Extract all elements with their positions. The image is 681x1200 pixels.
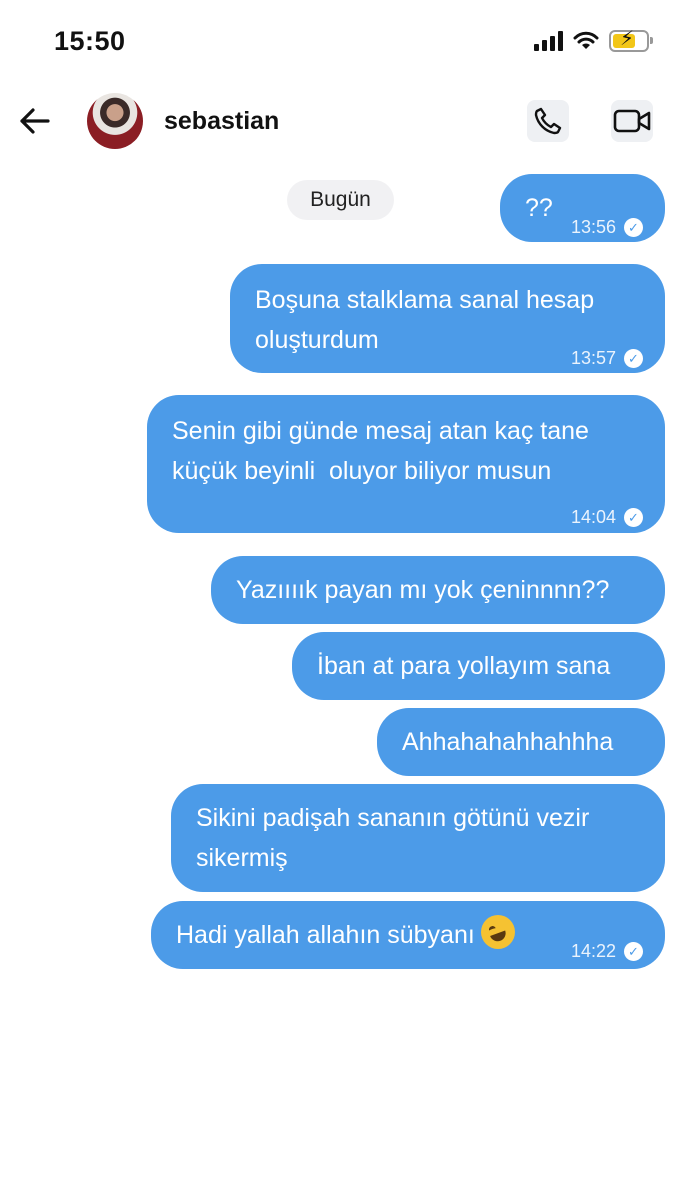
message-time: 13:57 (570, 348, 616, 368)
message-meta: 13:56 ✓ (571, 207, 643, 247)
cellular-signal-icon (534, 31, 563, 51)
avatar[interactable] (87, 93, 143, 149)
message-bubble[interactable]: Hadi yallah allahın sübyanı 14:22 ✓ (151, 901, 665, 969)
message-text: İban at para yollayım sana (317, 652, 611, 680)
message-meta: 14:22 ✓ (571, 931, 643, 971)
chat-header: sebastian (0, 86, 681, 156)
message-meta: 13:57 ✓ (571, 338, 643, 378)
message-text: Boşuna stalklama sanal hesap oluşturdum (255, 286, 602, 354)
seen-check-icon: ✓ (624, 348, 643, 368)
message-bubble[interactable]: Senin gibi günde mesaj atan kaç tane küç… (147, 395, 665, 533)
message-text: Yazıııık payan mı yok çeninnnn?? (236, 576, 610, 604)
seen-check-icon: ✓ (624, 217, 643, 237)
message-text: ?? (525, 194, 553, 222)
video-call-button[interactable] (611, 100, 653, 142)
message-bubble[interactable]: Yazıııık payan mı yok çeninnnn?? (211, 556, 665, 624)
message-bubble[interactable]: İban at para yollayım sana (292, 632, 665, 700)
message-text: Ahhahahahhahhha (402, 728, 614, 756)
status-icons: ⚡ (534, 29, 653, 52)
status-bar: 15:50 ⚡ (0, 0, 681, 86)
rolling-on-floor-laughing-icon (480, 915, 515, 949)
status-time: 15:50 (54, 26, 126, 56)
message-time: 14:22 (570, 941, 616, 961)
battery-charging-icon: ⚡ (609, 29, 653, 52)
message-bubble[interactable]: ?? 13:56 ✓ (500, 174, 665, 242)
message-bubble[interactable]: Boşuna stalklama sanal hesap oluşturdum … (230, 264, 665, 373)
video-camera-icon (613, 109, 651, 133)
message-text: Senin gibi günde mesaj atan kaç tane küç… (172, 417, 596, 485)
wifi-icon (573, 31, 599, 49)
message-bubble[interactable]: Ahhahahahhahhha (377, 708, 665, 776)
message-text: Sikini padişah sananın götünü vezir sike… (196, 804, 597, 872)
day-separator: Bugün (287, 180, 394, 220)
message-text: Hadi yallah allahın sübyanı (176, 921, 475, 949)
contact-username[interactable]: sebastian (164, 107, 279, 136)
message-time: 13:56 (570, 217, 616, 237)
voice-call-button[interactable] (527, 100, 569, 142)
message-meta: 14:04 ✓ (571, 497, 643, 537)
seen-check-icon: ✓ (624, 507, 643, 527)
back-arrow-icon[interactable] (16, 103, 54, 139)
message-time: 14:04 (570, 507, 616, 527)
phone-icon (534, 107, 562, 135)
seen-check-icon: ✓ (624, 941, 643, 961)
message-bubble[interactable]: Sikini padişah sananın götünü vezir sike… (171, 784, 665, 892)
